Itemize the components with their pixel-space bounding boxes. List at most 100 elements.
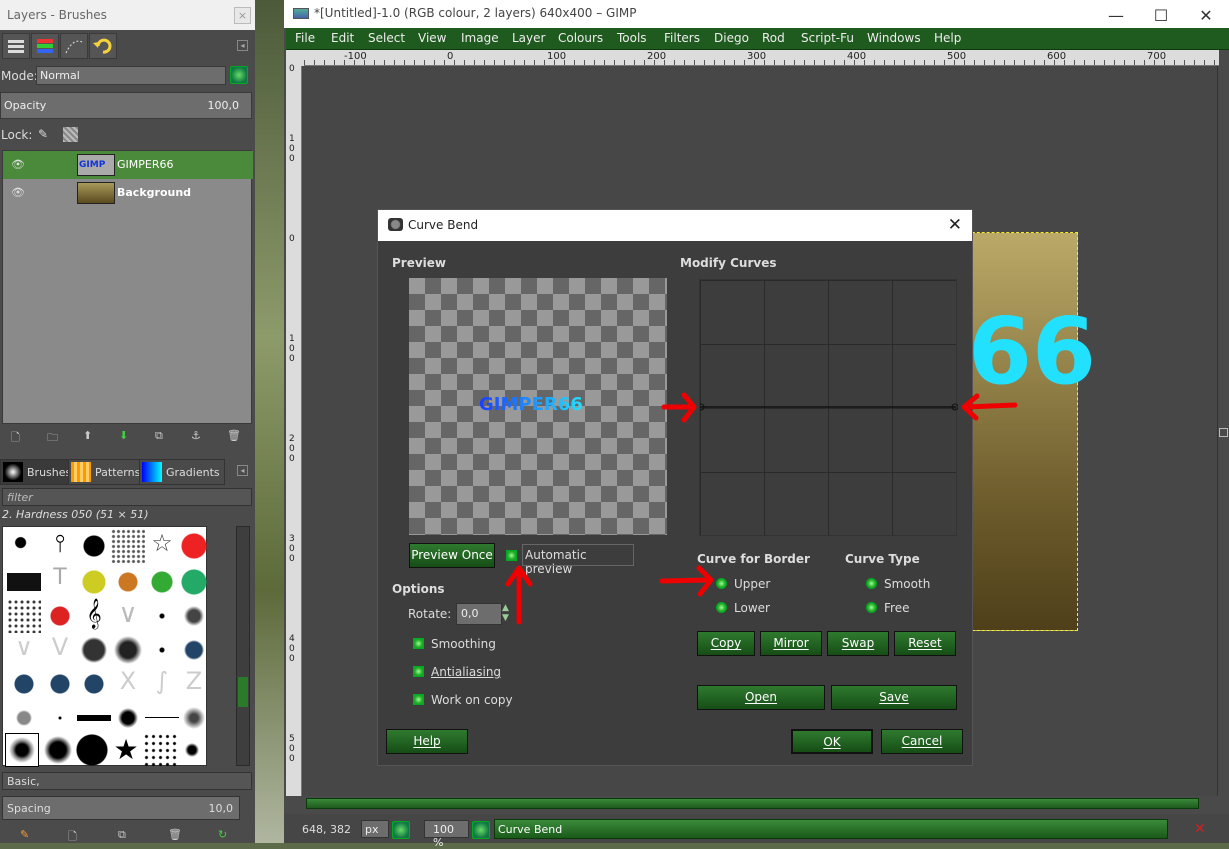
free-label[interactable]: Free bbox=[884, 601, 909, 615]
copy-button[interactable]: Copy bbox=[697, 631, 755, 656]
mode-toggle-button[interactable] bbox=[230, 66, 248, 84]
paths-tab-icon[interactable] bbox=[60, 33, 88, 59]
close-window-button[interactable]: ✕ bbox=[1186, 6, 1226, 25]
brush-item[interactable]: ☆ bbox=[145, 529, 179, 563]
brush-item[interactable] bbox=[43, 701, 77, 735]
new-brush-icon[interactable]: 🗋 bbox=[68, 828, 82, 843]
menu-view[interactable]: View bbox=[418, 31, 446, 45]
save-button[interactable]: Save bbox=[831, 685, 957, 710]
layer-row-background[interactable]: 👁 Background bbox=[3, 179, 253, 207]
smooth-label[interactable]: Smooth bbox=[884, 577, 930, 591]
smoothing-label[interactable]: Smoothing bbox=[431, 637, 496, 651]
menu-layer[interactable]: Layer bbox=[512, 31, 545, 45]
dock-close-button[interactable]: × bbox=[234, 7, 251, 24]
menu-filters[interactable]: Filters bbox=[664, 31, 700, 45]
brush-item[interactable]: ★ bbox=[109, 733, 143, 767]
brush-item[interactable] bbox=[145, 599, 179, 633]
swap-button[interactable]: Swap bbox=[827, 631, 889, 656]
tab-menu-icon[interactable]: ◂ bbox=[237, 465, 248, 476]
reset-button[interactable]: Reset bbox=[894, 631, 956, 656]
preview-once-button[interactable]: Preview Once bbox=[409, 543, 495, 568]
brush-item[interactable] bbox=[77, 701, 111, 735]
smoothing-checkbox[interactable] bbox=[413, 638, 424, 649]
opacity-slider[interactable]: Opacity 100,0 bbox=[0, 92, 252, 119]
spin-arrows-icon[interactable]: ▲ ▼ bbox=[502, 603, 509, 623]
visibility-eye-icon[interactable]: 👁 bbox=[11, 186, 25, 200]
menu-help[interactable]: Help bbox=[934, 31, 961, 45]
zoom-select[interactable]: 100 % bbox=[424, 820, 469, 849]
menu-edit[interactable]: Edit bbox=[331, 31, 354, 45]
tab-patterns[interactable]: Patterns bbox=[68, 459, 146, 485]
antialiasing-label[interactable]: Antialiasing bbox=[431, 665, 501, 679]
duplicate-layer-icon[interactable]: ⧉ bbox=[155, 429, 169, 443]
brush-item[interactable]: Z bbox=[177, 667, 211, 701]
tab-brushes[interactable]: Brushes bbox=[0, 459, 77, 485]
brush-filter-input[interactable]: filter bbox=[2, 488, 252, 506]
cancel-button[interactable]: Cancel bbox=[881, 729, 963, 754]
work-on-copy-label[interactable]: Work on copy bbox=[431, 693, 513, 707]
brush-item[interactable] bbox=[145, 701, 179, 735]
delete-layer-icon[interactable]: 🗑 bbox=[227, 429, 241, 443]
cancel-operation-icon[interactable]: ✕ bbox=[1194, 821, 1206, 837]
brush-item[interactable] bbox=[177, 529, 211, 563]
unit-dropdown-button[interactable] bbox=[392, 821, 410, 839]
tab-gradients[interactable]: Gradients bbox=[139, 459, 225, 485]
lower-radio[interactable] bbox=[716, 602, 727, 613]
brush-item[interactable]: ⫯ bbox=[43, 529, 77, 563]
brush-item[interactable] bbox=[111, 701, 145, 735]
open-button[interactable]: Open bbox=[697, 685, 825, 710]
menu-colours[interactable]: Colours bbox=[558, 31, 603, 45]
antialiasing-checkbox[interactable] bbox=[413, 666, 424, 677]
brush-item[interactable] bbox=[7, 701, 41, 735]
ok-button[interactable]: OK bbox=[791, 729, 873, 754]
mode-dropdown[interactable]: Normal bbox=[36, 66, 226, 85]
channels-tab-icon[interactable] bbox=[31, 33, 59, 59]
upper-radio[interactable] bbox=[716, 578, 727, 589]
horizontal-scrollbar[interactable] bbox=[306, 798, 1199, 809]
brush-item[interactable]: X bbox=[111, 667, 145, 701]
lock-pixels-icon[interactable]: ✎ bbox=[38, 127, 48, 141]
zoom-dropdown-button[interactable] bbox=[472, 821, 490, 839]
spacing-slider[interactable]: Spacing 10,0 bbox=[2, 796, 240, 820]
brush-item[interactable]: V bbox=[43, 633, 77, 667]
free-radio[interactable] bbox=[866, 602, 877, 613]
automatic-preview-checkbox[interactable] bbox=[506, 550, 517, 561]
brush-item[interactable] bbox=[175, 733, 209, 767]
brush-item[interactable] bbox=[77, 565, 111, 599]
brush-item[interactable] bbox=[177, 701, 211, 735]
refresh-brushes-icon[interactable]: ↻ bbox=[218, 828, 232, 842]
brush-item[interactable] bbox=[111, 529, 145, 563]
menu-rod[interactable]: Rod bbox=[762, 31, 785, 45]
layers-tab-icon[interactable] bbox=[2, 33, 30, 59]
brush-item[interactable] bbox=[41, 733, 75, 767]
upper-label[interactable]: Upper bbox=[734, 577, 770, 591]
scroll-nav-icon[interactable] bbox=[1219, 428, 1228, 437]
brush-item[interactable] bbox=[7, 573, 41, 591]
brush-item[interactable] bbox=[177, 565, 211, 599]
brush-item-selected[interactable] bbox=[5, 733, 39, 767]
new-group-icon[interactable]: 🗀 bbox=[47, 429, 61, 444]
anchor-layer-icon[interactable]: ⚓ bbox=[191, 429, 205, 443]
brush-item[interactable]: T bbox=[43, 565, 77, 599]
undo-history-tab-icon[interactable] bbox=[89, 33, 117, 59]
menu-windows[interactable]: Windows bbox=[867, 31, 921, 45]
layer-row-gimper66[interactable]: 👁 GIMP GIMPER66 bbox=[3, 151, 253, 179]
brush-item[interactable] bbox=[145, 565, 179, 599]
brush-item[interactable] bbox=[7, 599, 41, 633]
horizontal-ruler[interactable]: -100 0 100 200 300 400 500 600 700 bbox=[304, 50, 1219, 66]
menu-select[interactable]: Select bbox=[368, 31, 405, 45]
delete-brush-icon[interactable]: 🗑 bbox=[168, 828, 182, 842]
brush-item[interactable] bbox=[77, 667, 111, 701]
help-button[interactable]: Help bbox=[386, 729, 468, 754]
brush-item[interactable] bbox=[143, 733, 177, 767]
lower-label[interactable]: Lower bbox=[734, 601, 770, 615]
brush-item[interactable]: ∫ bbox=[145, 667, 179, 701]
brush-grid[interactable]: ⫯ ☆ T 𝄞 ∨ ∨ V X ∫ Z ★ bbox=[2, 526, 211, 767]
tab-menu-icon[interactable]: ◂ bbox=[237, 40, 248, 51]
brush-item[interactable]: 𝄞 bbox=[77, 599, 111, 633]
dialog-close-button[interactable]: ✕ bbox=[948, 215, 962, 235]
brush-preset[interactable]: Basic, bbox=[2, 772, 252, 790]
new-layer-icon[interactable]: 🗋 bbox=[11, 429, 25, 444]
rotate-spinbox[interactable]: 0,0 bbox=[456, 603, 502, 625]
raise-layer-icon[interactable]: ⬆ bbox=[83, 429, 97, 443]
